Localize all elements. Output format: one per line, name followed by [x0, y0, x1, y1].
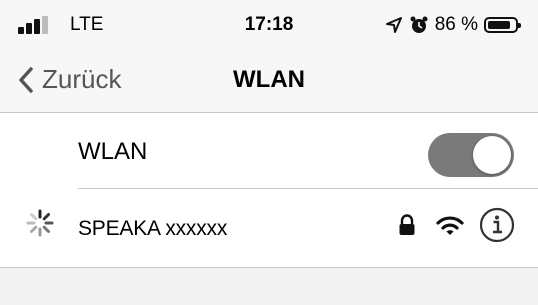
network-row[interactable]: SPEAKA xxxxxx — [0, 190, 538, 267]
status-bar: LTE 17:18 86 % — [0, 0, 538, 50]
row-divider — [78, 188, 538, 189]
wifi-toggle-label: WLAN — [78, 138, 148, 165]
battery-icon — [484, 17, 521, 33]
network-name: SPEAKA xxxxxx — [78, 217, 228, 240]
info-icon[interactable] — [479, 207, 515, 243]
status-right: 86 % — [385, 12, 524, 38]
wifi-signal-icon — [436, 216, 464, 235]
toggle-knob — [473, 136, 511, 174]
location-arrow-icon — [385, 17, 402, 33]
page-title: WLAN — [233, 66, 305, 93]
lock-icon — [399, 214, 415, 235]
wifi-settings-list: WLAN SPEAKA xxxxxx — [0, 113, 538, 268]
navigation-bar: Zurück WLAN — [0, 50, 538, 113]
battery-percent: 86 % — [434, 14, 478, 35]
alarm-icon — [410, 16, 428, 33]
wifi-toggle-switch[interactable] — [428, 133, 514, 177]
wifi-toggle-row: WLAN — [0, 113, 538, 190]
loading-spinner-icon — [26, 209, 54, 237]
battery-fill — [488, 21, 510, 29]
